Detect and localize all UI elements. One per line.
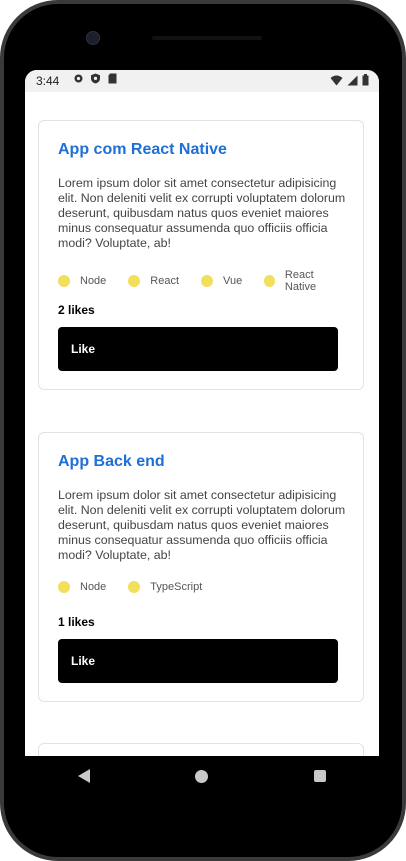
repository-card: App com React Native Lorem ipsum dolor s… (38, 120, 364, 390)
tech-dot-icon (201, 275, 214, 287)
tech-item: React Native (264, 269, 341, 293)
status-time: 3:44 (36, 74, 60, 88)
tech-dot-icon (58, 275, 70, 287)
speaker-grille (152, 36, 262, 40)
repository-title: App Back end (58, 453, 165, 470)
tech-item: Node (58, 581, 106, 593)
app-screen: 3:44 App com React Native Lorem ipsum do… (25, 70, 379, 756)
tech-dot-icon (264, 275, 275, 287)
tech-list: Node React Vue React Native (58, 269, 363, 293)
repository-description: Lorem ipsum dolor sit amet consectetur a… (58, 488, 346, 562)
repository-list[interactable]: App com React Native Lorem ipsum dolor s… (25, 92, 379, 756)
repository-description: Lorem ipsum dolor sit amet consectetur a… (58, 176, 346, 250)
likes-count: 2 likes (58, 303, 95, 317)
tech-dot-icon (58, 581, 70, 593)
battery-icon (362, 74, 369, 89)
sd-card-icon (107, 73, 118, 84)
like-button[interactable]: Like (58, 327, 338, 371)
shield-icon (90, 73, 101, 84)
tech-dot-icon (128, 581, 141, 593)
home-icon[interactable] (195, 769, 209, 783)
like-button[interactable]: Like (58, 639, 338, 683)
tech-list: Node TypeScript (58, 581, 224, 593)
tech-item: Vue (201, 275, 242, 287)
tech-label: TypeScript (150, 581, 203, 593)
tech-dot-icon (128, 275, 141, 287)
repository-card: App Back end Lorem ipsum dolor sit amet … (38, 432, 364, 702)
recents-icon[interactable] (314, 770, 327, 782)
repository-card-partial (38, 743, 364, 756)
signal-icon (347, 75, 358, 89)
likes-count: 1 likes (58, 615, 95, 629)
tech-label: React Native (284, 269, 317, 293)
phone-frame: 3:44 App com React Native Lorem ipsum do… (0, 0, 406, 861)
status-bar: 3:44 (25, 70, 379, 92)
back-icon[interactable] (77, 769, 90, 783)
tech-label: Vue (223, 275, 243, 287)
tech-item: Node (58, 275, 106, 287)
tech-label: Node (80, 275, 107, 287)
tech-item: TypeScript (128, 581, 202, 593)
tech-label: React (150, 275, 180, 287)
wifi-icon (330, 75, 343, 89)
tech-item: React (128, 275, 179, 287)
camera-icon (86, 31, 100, 45)
gear-icon (73, 73, 84, 84)
android-nav-bar (25, 756, 379, 796)
tech-label: Node (80, 581, 107, 593)
repository-title: App com React Native (58, 141, 227, 158)
